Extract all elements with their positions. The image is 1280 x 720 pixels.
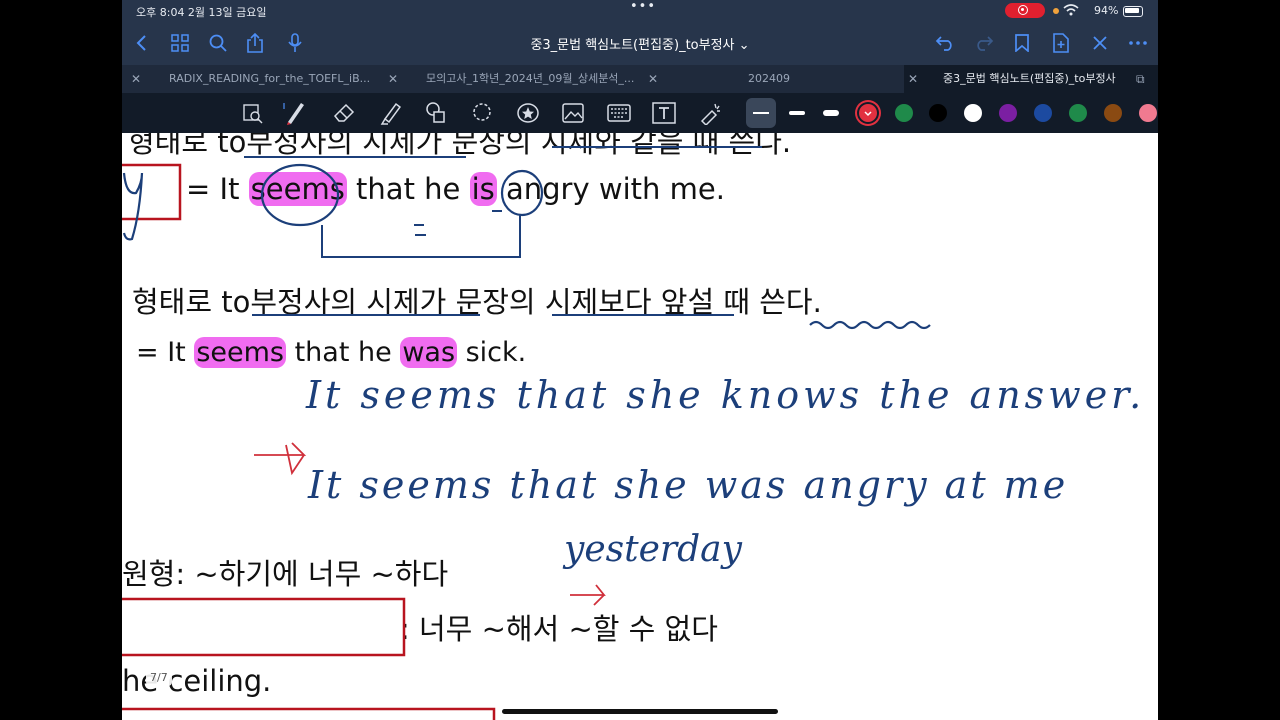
shapes-icon[interactable] — [423, 99, 449, 127]
screen-record-indicator[interactable] — [1005, 3, 1045, 18]
tab-close-icon[interactable]: ✕ — [131, 65, 141, 93]
tab-4-active[interactable]: 중3_문법 핵심노트(편집중)_to부정사 — [943, 65, 1116, 93]
color-blue-swatch[interactable] — [1034, 104, 1052, 122]
multitask-dots[interactable]: ••• — [630, 0, 656, 14]
document-title[interactable]: 중3_문법 핵심노트(편집중)_to부정사 ⌄ — [122, 34, 1158, 53]
handwritten-note-2: It seems that she was angry at me — [308, 463, 1069, 507]
sticker-icon[interactable] — [515, 99, 541, 127]
wifi-icon — [1063, 4, 1079, 19]
text-box-icon[interactable] — [651, 99, 677, 127]
red-arrow-1 — [254, 442, 307, 476]
redo-icon[interactable] — [973, 32, 995, 54]
lasso-icon[interactable] — [469, 99, 495, 127]
bookmark-icon[interactable] — [1011, 32, 1033, 54]
circle-seems — [260, 163, 340, 227]
color-brown-swatch[interactable] — [1104, 104, 1122, 122]
more-icon[interactable] — [1127, 32, 1149, 54]
undo-icon[interactable] — [934, 32, 956, 54]
eraser-icon[interactable] — [331, 99, 357, 127]
medium-stroke-icon[interactable] — [789, 111, 805, 115]
ipad-screen: 오후 8:04 2월 13일 금요일 ••• 94% 중3_문법 핵심노트(편집… — [122, 0, 1158, 720]
color-white-swatch[interactable] — [964, 104, 982, 122]
red-arrow-2 — [570, 584, 606, 606]
add-page-icon[interactable] — [1050, 32, 1072, 54]
highlighter-icon[interactable] — [377, 99, 403, 127]
tab-close-icon[interactable]: ✕ — [648, 65, 658, 93]
pen-icon[interactable] — [282, 99, 308, 127]
tab-2[interactable]: 모의고사_1학년_2024년_09월_상세분석_... — [426, 65, 634, 93]
mic-in-use-dot — [1053, 8, 1059, 14]
ink-annotations — [122, 146, 931, 720]
note-page[interactable]: 형태로 to부정사의 시제가 문장의 시제와 같을 때 쓴다. = It see… — [122, 133, 1158, 720]
keyboard-icon[interactable] — [606, 99, 632, 127]
image-icon[interactable] — [560, 99, 586, 127]
color-black-swatch[interactable] — [929, 104, 947, 122]
lasso-zoom-icon[interactable] — [240, 99, 266, 127]
tab-1[interactable]: RADIX_READING_for_the_TOEFL_iB... — [169, 65, 370, 93]
close-edit-icon[interactable] — [1089, 32, 1111, 54]
color-red-selected[interactable] — [859, 104, 877, 122]
handwritten-note-3: yesterday — [564, 529, 742, 570]
home-indicator[interactable] — [502, 709, 778, 714]
wavy-underline — [809, 320, 931, 330]
red-box-middle — [122, 597, 406, 657]
red-box-bottom — [122, 707, 496, 720]
circle-is — [500, 169, 544, 217]
status-time: 오후 8:04 2월 13일 금요일 — [136, 6, 267, 19]
thin-stroke-icon — [753, 112, 769, 114]
thick-stroke-icon[interactable] — [823, 110, 839, 116]
color-pink-swatch[interactable] — [1139, 104, 1157, 122]
battery-icon — [1123, 6, 1143, 17]
color-purple-swatch[interactable] — [999, 104, 1017, 122]
color-green2-swatch[interactable] — [1069, 104, 1087, 122]
ink-letter-fragment — [122, 172, 144, 241]
handwritten-note-1: It seems that she knows the answer. — [306, 373, 1146, 417]
split-view-icon[interactable]: ⧉ — [1136, 65, 1145, 93]
tab-bar: ✕ RADIX_READING_for_the_TOEFL_iB... ✕ 모의… — [122, 65, 1158, 93]
annotation-toolbar — [122, 93, 1158, 133]
tab-close-icon[interactable]: ✕ — [908, 65, 918, 93]
tab-close-icon[interactable]: ✕ — [388, 65, 398, 93]
page-indicator: 7/7 — [146, 669, 172, 686]
color-green-swatch[interactable] — [895, 104, 913, 122]
battery-percent: 94% — [1094, 4, 1119, 17]
laser-pointer-icon[interactable] — [697, 99, 723, 127]
app-header: 오후 8:04 2월 13일 금요일 ••• 94% 중3_문법 핵심노트(편집… — [122, 0, 1158, 65]
tab-3[interactable]: 202409 — [748, 65, 790, 93]
